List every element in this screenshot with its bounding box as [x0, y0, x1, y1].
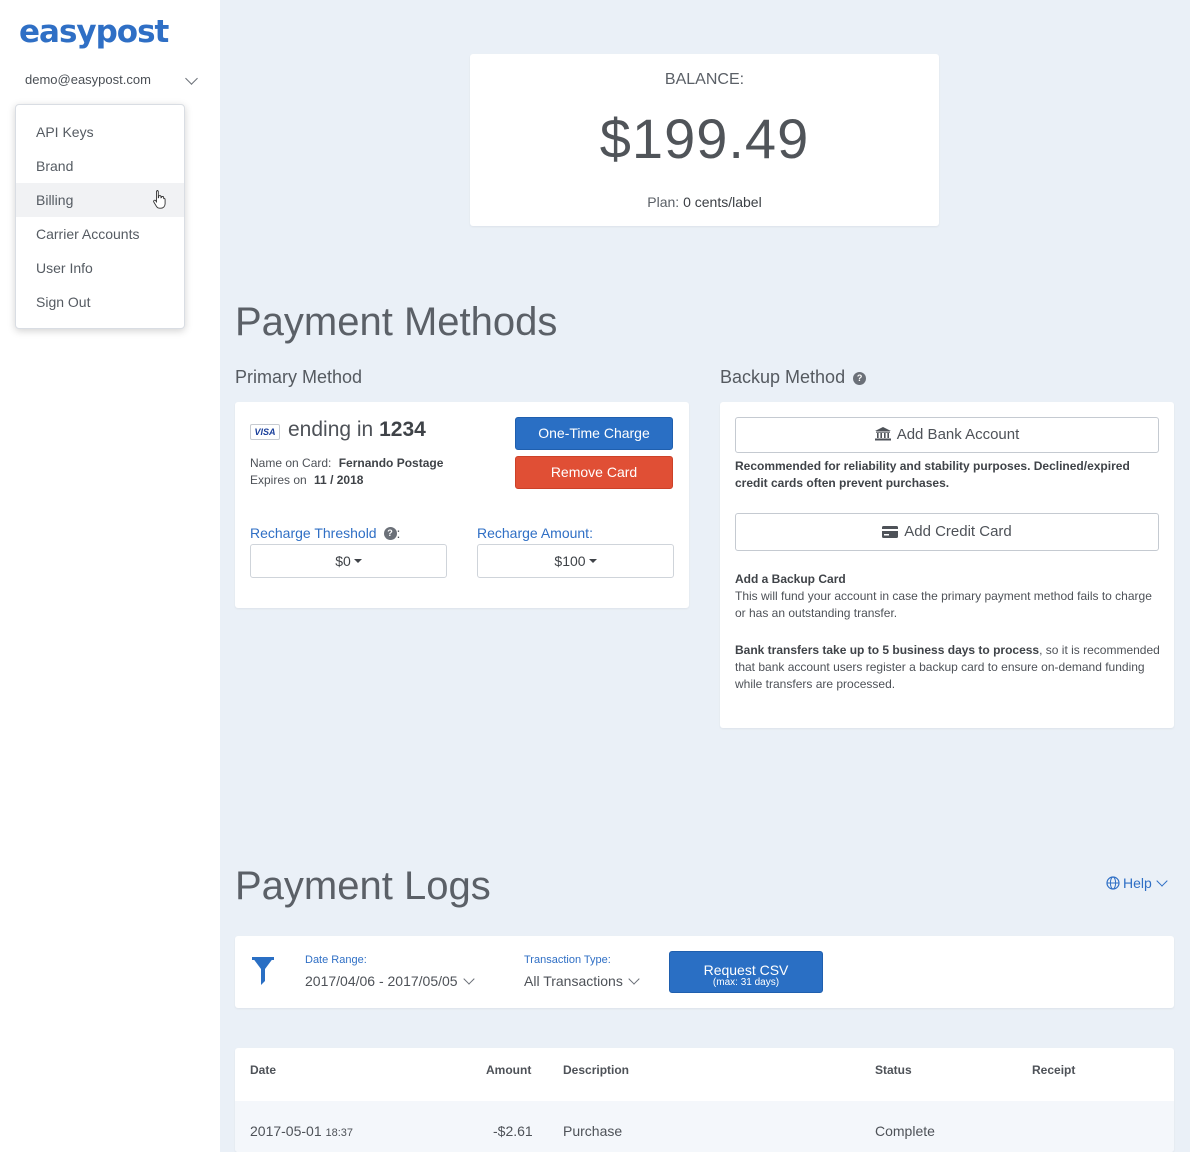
row-status: Complete — [875, 1123, 935, 1139]
bank-transfer-info: Bank transfers take up to 5 business day… — [735, 642, 1163, 693]
request-csv-label: Request CSV — [703, 961, 789, 978]
menu-item-api-keys[interactable]: API Keys — [16, 115, 184, 149]
bank-recommendation-note: Recommended for reliability and stabilit… — [735, 459, 1130, 490]
recharge-amount-value: $100 — [554, 553, 586, 569]
chevron-down-icon — [1156, 875, 1168, 887]
recharge-threshold-value: $0 — [335, 553, 351, 569]
menu-item-user-info[interactable]: User Info — [16, 251, 184, 285]
column-header-date[interactable]: Date — [250, 1063, 276, 1077]
filter-icon — [252, 957, 274, 985]
chevron-down-icon — [628, 973, 640, 985]
payment-methods-title: Payment Methods — [235, 300, 558, 344]
credit-card-icon — [882, 526, 899, 538]
row-amount: -$2.61 — [493, 1123, 533, 1139]
card-ending-text: ending in — [288, 418, 374, 441]
account-dropdown[interactable]: demo@easypost.com — [25, 72, 200, 90]
chevron-down-icon — [185, 72, 198, 85]
column-header-status[interactable]: Status — [875, 1063, 912, 1077]
request-csv-sublabel: (max: 31 days) — [712, 976, 780, 988]
menu-item-billing-label: Billing — [36, 192, 74, 208]
menu-item-billing[interactable]: Billing — [16, 183, 184, 217]
menu-item-carrier-accounts[interactable]: Carrier Accounts — [16, 217, 184, 251]
row-time-value: 18:37 — [325, 1127, 354, 1139]
row-date: 2017-05-01 18:37 — [250, 1123, 353, 1139]
help-link[interactable]: Help — [1106, 875, 1168, 891]
one-time-charge-button[interactable]: One-Time Charge — [515, 417, 673, 450]
caret-down-icon — [588, 559, 597, 563]
help-label: Help — [1123, 875, 1152, 891]
account-email: demo@easypost.com — [25, 72, 151, 87]
backup-card-text: This will fund your account in case the … — [735, 589, 1152, 620]
add-credit-card-button[interactable]: Add Credit Card — [735, 513, 1159, 551]
card-expiry-value: 11 / 2018 — [314, 473, 364, 487]
backup-method-heading-label: Backup Method — [720, 367, 846, 387]
add-bank-account-label: Add Bank Account — [896, 426, 1020, 443]
help-question-icon[interactable]: ? — [853, 372, 867, 385]
date-range-label: Date Range: — [305, 954, 367, 966]
recharge-amount-label: Recharge Amount: — [477, 525, 593, 541]
card-last4: 1234 — [379, 418, 426, 441]
sidebar: easypost demo@easypost.com API Keys Bran… — [0, 0, 220, 1152]
add-bank-account-button[interactable]: Add Bank Account — [735, 417, 1159, 453]
add-credit-card-label: Add Credit Card — [904, 523, 1012, 540]
payment-logs-table: Date Amount Description Status Receipt 2… — [235, 1048, 1174, 1152]
threshold-help-icon[interactable]: ? — [383, 527, 397, 540]
bank-transfer-bold: Bank transfers take up to 5 business day… — [735, 643, 1040, 657]
account-menu: API Keys Brand Billing Carrier Accounts … — [15, 104, 185, 329]
name-on-card-value: Fernando Postage — [338, 456, 444, 470]
table-row[interactable]: 2017-05-01 18:37 -$2.61 Purchase Complet… — [235, 1101, 1174, 1152]
column-header-description[interactable]: Description — [563, 1063, 629, 1077]
name-on-card: Name on Card: Fernando Postage — [250, 456, 443, 470]
transaction-type-select[interactable]: All Transactions — [524, 973, 640, 989]
recharge-threshold-label-text: Recharge Threshold — [250, 525, 377, 541]
transaction-type-value: All Transactions — [524, 973, 623, 989]
globe-icon — [1106, 876, 1120, 890]
date-range-select[interactable]: 2017/04/06 - 2017/05/05 — [305, 973, 475, 989]
filter-bar: Date Range: 2017/04/06 - 2017/05/05 Tran… — [235, 936, 1174, 1008]
menu-item-sign-out[interactable]: Sign Out — [16, 285, 184, 319]
row-date-value: 2017-05-01 — [250, 1123, 322, 1139]
date-range-value: 2017/04/06 - 2017/05/05 — [305, 973, 458, 989]
plan-info: Plan: 0 cents/label — [470, 194, 939, 210]
recharge-amount-select[interactable]: $100 — [477, 544, 674, 578]
backup-method-card: Add Bank Account Recommended for reliabi… — [720, 402, 1174, 728]
request-csv-button[interactable]: Request CSV (max: 31 days) — [669, 951, 823, 993]
primary-method-heading: Primary Method — [235, 367, 363, 387]
hand-cursor-icon — [153, 190, 166, 209]
backup-card-info: Add a Backup Card This will fund your ac… — [735, 571, 1163, 622]
backup-card-title: Add a Backup Card — [735, 572, 846, 586]
caret-down-icon — [353, 559, 362, 563]
balance-card: BALANCE: $199.49 Plan: 0 cents/label — [470, 54, 939, 226]
plan-label: Plan: — [647, 194, 680, 210]
visa-card-icon: VISA — [250, 424, 280, 440]
recharge-threshold-label: Recharge Threshold ?: — [250, 525, 401, 541]
card-ending: ending in 1234 — [288, 418, 426, 442]
balance-amount: $199.49 — [599, 107, 810, 170]
backup-method-heading: Backup Method ? — [720, 367, 867, 388]
card-expiry-label: Expires on — [250, 473, 307, 487]
chevron-down-icon — [462, 973, 475, 985]
column-header-amount[interactable]: Amount — [486, 1063, 531, 1077]
name-on-card-label: Name on Card: — [250, 456, 332, 470]
recharge-threshold-select[interactable]: $0 — [250, 544, 447, 578]
menu-item-brand[interactable]: Brand — [16, 149, 184, 183]
easypost-logo[interactable]: easypost — [19, 14, 169, 50]
column-header-receipt[interactable]: Receipt — [1032, 1063, 1075, 1077]
row-description: Purchase — [563, 1123, 623, 1139]
plan-value: 0 cents/label — [683, 194, 762, 210]
balance-label: BALANCE: — [664, 71, 745, 88]
remove-card-button[interactable]: Remove Card — [515, 456, 673, 489]
primary-method-card: VISA ending in 1234 Name on Card: Fernan… — [235, 402, 689, 608]
payment-logs-title: Payment Logs — [235, 864, 491, 908]
bank-icon — [874, 427, 891, 441]
transaction-type-label: Transaction Type: — [524, 954, 611, 966]
card-expiry: Expires on 11 / 2018 — [250, 473, 363, 487]
